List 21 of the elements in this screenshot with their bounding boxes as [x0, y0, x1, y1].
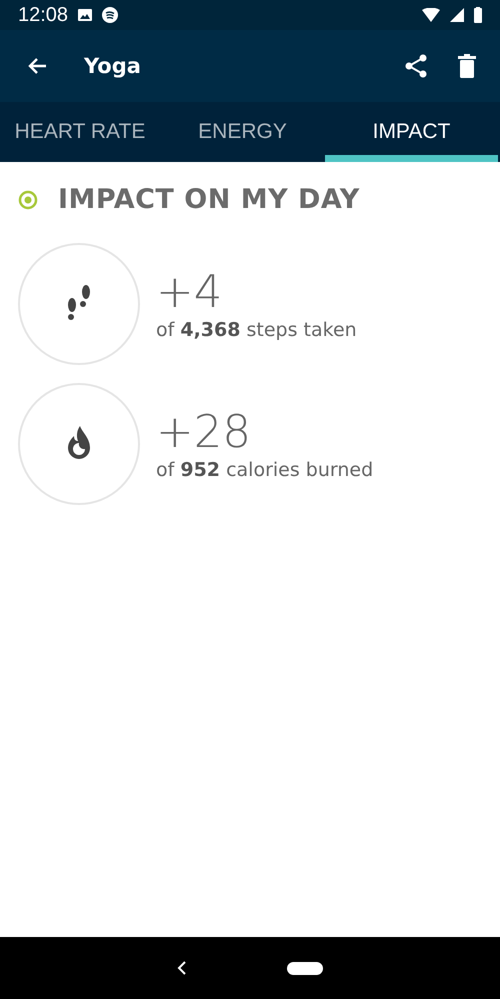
- screen-title: Yoga: [84, 54, 142, 78]
- image-icon: [78, 9, 92, 21]
- wifi-icon: [422, 8, 440, 22]
- flame-icon: [66, 426, 92, 462]
- tab[interactable]: HEART RATE: [0, 102, 160, 162]
- battery-icon: [474, 7, 482, 23]
- trash-icon: [458, 54, 476, 78]
- stat-value: +4: [156, 267, 224, 317]
- home-pill-icon[interactable]: [287, 962, 323, 974]
- back-nav-icon[interactable]: [177, 961, 187, 975]
- stat-value: +28: [156, 407, 252, 457]
- signal-icon: [450, 8, 464, 22]
- tab[interactable]: ENERGY: [160, 102, 325, 162]
- tab[interactable]: IMPACT: [325, 102, 498, 162]
- stat-caption: of 4,368 steps taken: [156, 318, 357, 341]
- share-icon: [404, 53, 428, 79]
- music-app-icon: [102, 7, 118, 23]
- stat-caption: of 952 calories burned: [156, 458, 374, 481]
- target-icon: [18, 190, 38, 210]
- status-time: 12:08: [18, 4, 68, 26]
- section-title: IMPACT ON MY DAY: [58, 184, 360, 215]
